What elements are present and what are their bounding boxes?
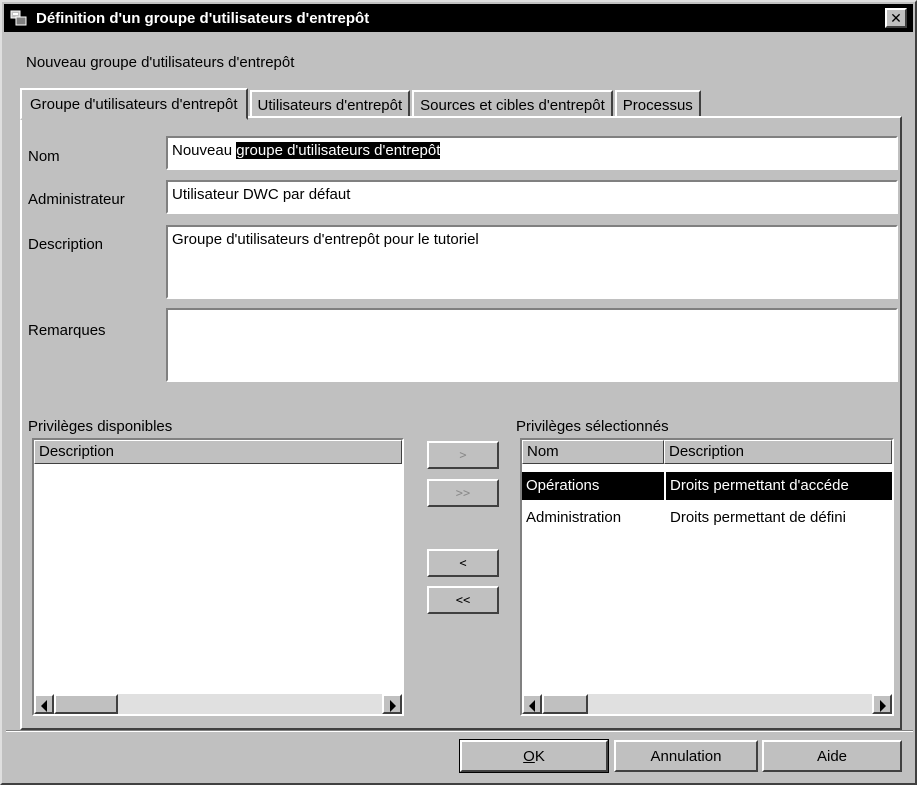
cancel-button[interactable]: Annulation (614, 740, 758, 772)
ok-button[interactable]: OK (459, 739, 609, 773)
close-icon: ✕ (890, 10, 902, 26)
available-hscrollbar[interactable] (34, 694, 402, 714)
dialog-window: Définition d'un groupe d'utilisateurs d'… (0, 0, 917, 785)
remove-button[interactable]: < (427, 549, 499, 577)
remove-all-button[interactable]: << (427, 586, 499, 614)
scroll-right-button[interactable] (382, 694, 402, 714)
remarques-label: Remarques (28, 322, 106, 339)
arrow-right-icon (880, 700, 886, 712)
remarques-field[interactable] (166, 308, 898, 382)
nom-label: Nom (28, 148, 60, 165)
row-nom-cell: Opérations (522, 472, 664, 500)
list-row[interactable]: Administration Droits permettant de défi… (522, 504, 892, 532)
description-label: Description (28, 236, 104, 253)
row-description-cell: Droits permettant d'accéde (666, 472, 892, 500)
nom-field-text: Nouveau (172, 142, 237, 159)
tab-panel: Nom Nouveau groupe d'utilisateurs d'entr… (20, 116, 902, 730)
privileges-disponibles-label: Privilèges disponibles (28, 418, 173, 435)
arrow-left-icon (41, 700, 47, 712)
administrateur-label: Administrateur (28, 191, 125, 208)
nom-field-selected-text: groupe d'utilisateurs d'entrepôt (236, 142, 441, 159)
arrow-right-icon (390, 700, 396, 712)
selected-nom-header[interactable]: Nom (522, 440, 664, 464)
add-all-button[interactable]: >> (427, 479, 499, 507)
tab-sources-cibles[interactable]: Sources et cibles d'entrepôt (412, 90, 613, 118)
tab-utilisateurs[interactable]: Utilisateurs d'entrepôt (249, 90, 411, 118)
row-nom-cell: Administration (526, 509, 622, 526)
help-button[interactable]: Aide (762, 740, 902, 772)
tab-processus[interactable]: Processus (614, 90, 701, 118)
scroll-left-button[interactable] (34, 694, 54, 714)
tab-groupe[interactable]: Groupe d'utilisateurs d'entrepôt (20, 88, 248, 120)
add-button[interactable]: > (427, 441, 499, 469)
list-row[interactable]: Opérations Droits permettant d'accéde (522, 472, 892, 500)
selected-privileges-list[interactable]: Nom Description Opérations Droits permet… (520, 438, 894, 716)
ok-label-rest: K (534, 747, 545, 765)
scroll-right-button[interactable] (872, 694, 892, 714)
selected-hscrollbar[interactable] (522, 694, 892, 714)
title-bar[interactable]: Définition d'un groupe d'utilisateurs d'… (4, 4, 913, 32)
privileges-selectionnes-label: Privilèges sélectionnés (516, 418, 669, 435)
window-title: Définition d'un groupe d'utilisateurs d'… (36, 9, 370, 27)
administrateur-field[interactable]: Utilisateur DWC par défaut (166, 180, 898, 214)
row-description-cell: Droits permettant de défini (670, 509, 846, 526)
scroll-thumb[interactable] (54, 694, 118, 714)
available-description-header[interactable]: Description (34, 440, 402, 464)
dialog-subtitle: Nouveau groupe d'utilisateurs d'entrepôt (26, 54, 295, 71)
arrow-left-icon (529, 700, 535, 712)
scroll-left-button[interactable] (522, 694, 542, 714)
separator (6, 730, 913, 732)
nom-field[interactable]: Nouveau groupe d'utilisateurs d'entrepôt (166, 136, 898, 170)
available-privileges-list[interactable]: Description (32, 438, 404, 716)
close-button[interactable]: ✕ (885, 8, 907, 28)
window-app-icon (10, 8, 30, 28)
ok-mnemonic: O (523, 747, 535, 765)
selected-description-header[interactable]: Description (664, 440, 892, 464)
description-field[interactable]: Groupe d'utilisateurs d'entrepôt pour le… (166, 225, 898, 299)
scroll-thumb[interactable] (542, 694, 588, 714)
tab-strip: Groupe d'utilisateurs d'entrepôt Utilisa… (20, 86, 703, 120)
